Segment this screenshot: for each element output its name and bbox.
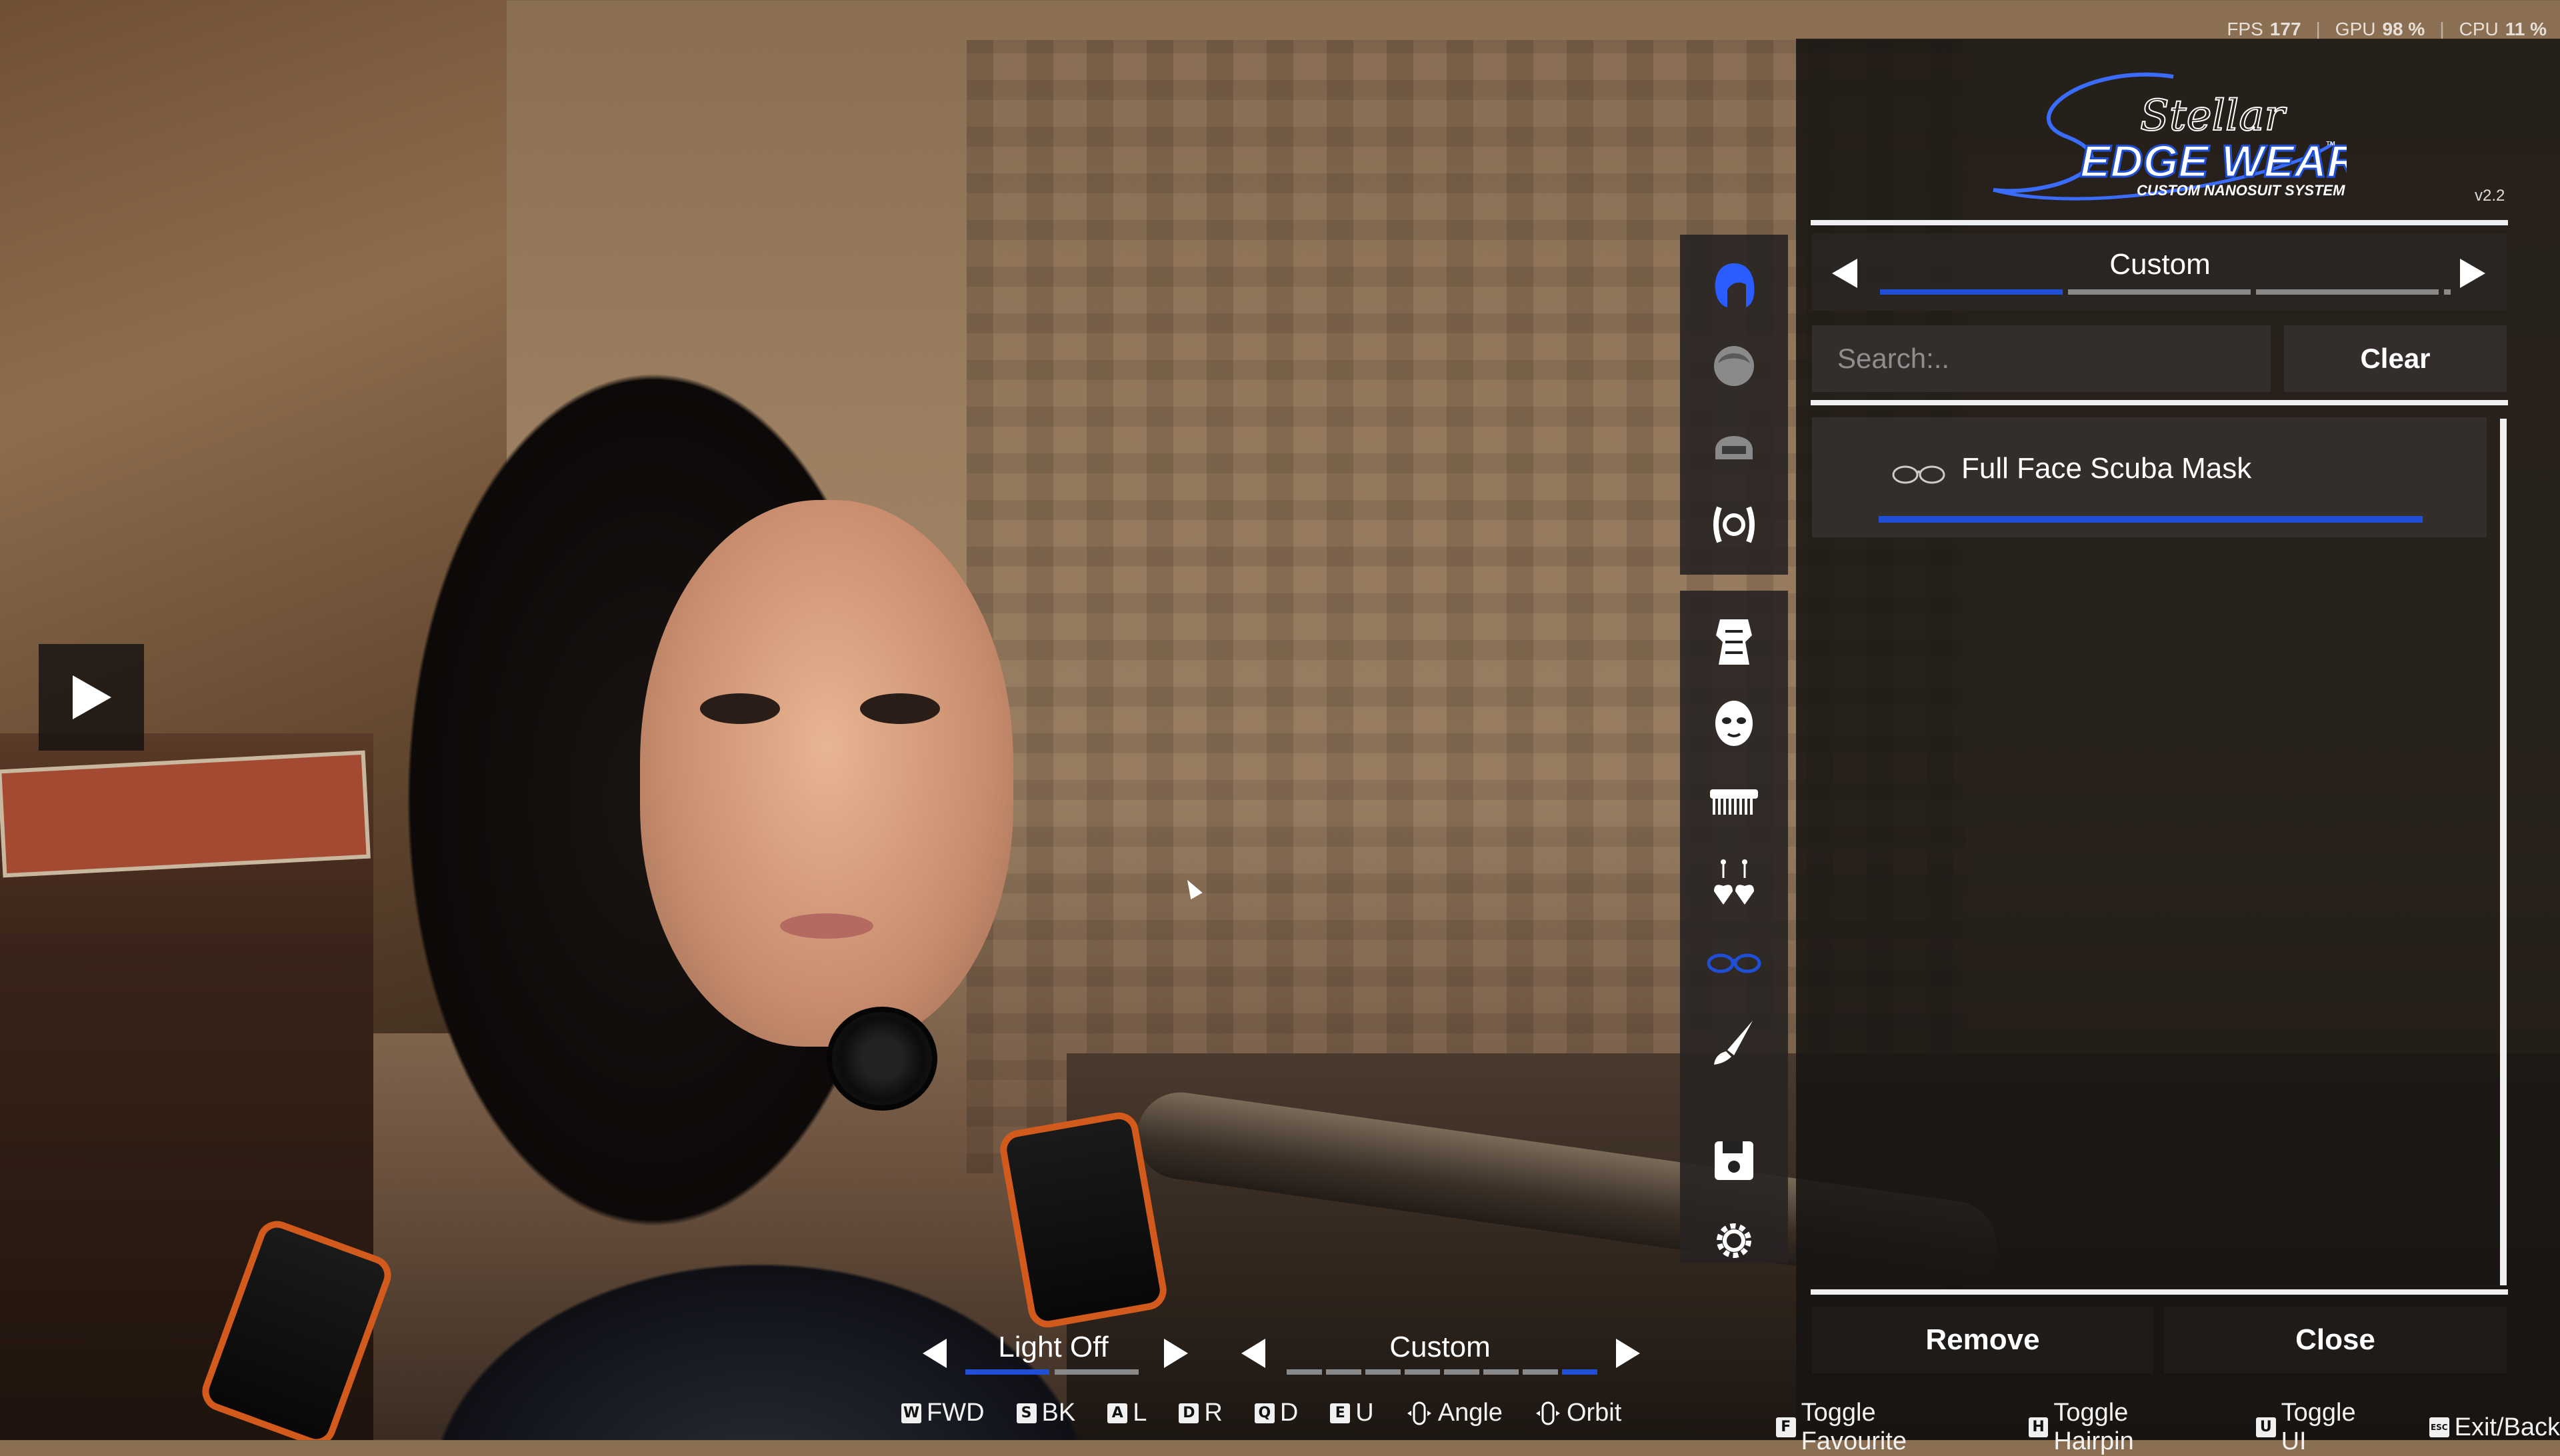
key-esc-icon: ESC: [2429, 1417, 2449, 1437]
key-a-icon: A: [1107, 1403, 1128, 1423]
key-h-icon: H: [2028, 1417, 2049, 1437]
hint-label: Toggle Hairpin: [2053, 1399, 2134, 1455]
character-face: [640, 500, 1013, 1047]
comb-icon[interactable]: [1704, 772, 1764, 832]
bottom-preset-label: Custom: [1389, 1331, 1491, 1363]
key-u-icon: U: [2256, 1417, 2276, 1437]
hint-label: D: [1279, 1399, 1299, 1427]
scrollbar[interactable]: [2500, 419, 2507, 1285]
brush-icon[interactable]: [1704, 1012, 1764, 1072]
character-eye: [860, 693, 940, 724]
hint-label: Angle: [1437, 1399, 1503, 1427]
divider: [1811, 220, 2508, 225]
hint-label: Toggle UI: [2281, 1399, 2356, 1455]
clear-button[interactable]: Clear: [2284, 325, 2507, 392]
hint-label: FWD: [927, 1399, 985, 1427]
preset-segment: [1365, 1369, 1401, 1375]
glasses-icon[interactable]: [1704, 932, 1764, 992]
key-s-icon: S: [1016, 1403, 1037, 1423]
preset-segments: [1287, 1369, 1597, 1375]
character-mouth: [780, 913, 873, 939]
hint-label: R: [1204, 1399, 1223, 1427]
cpu-value: 11 %: [2505, 19, 2547, 39]
key-hints-left: W FWD S BK A L D R Q D E U Angle Orbit: [901, 1399, 1621, 1427]
preset-segment: [1405, 1369, 1440, 1375]
hint-label: BK: [1041, 1399, 1076, 1427]
mouse-icon: [1535, 1401, 1560, 1425]
preset-segment: [1562, 1369, 1597, 1375]
hair-icon[interactable]: [1704, 255, 1764, 315]
key-w-icon: W: [901, 1403, 921, 1423]
save-icon[interactable]: [1704, 1131, 1764, 1191]
divider: [1811, 1289, 2508, 1295]
mask-icon: [1892, 465, 1945, 484]
mouse-icon: [1407, 1401, 1431, 1425]
gpu-label: GPU: [2335, 19, 2376, 39]
item-label: Full Face Scuba Mask: [1961, 452, 2252, 485]
logo-script: Stellar: [2140, 91, 2287, 141]
prev-preset-arrow-icon[interactable]: [1832, 259, 1857, 288]
hint-label: L: [1133, 1399, 1147, 1427]
hint-label: Orbit: [1566, 1399, 1622, 1427]
logo-subtitle: CUSTOM NANOSUIT SYSTEM: [2137, 182, 2345, 199]
earrings-icon[interactable]: [1704, 852, 1764, 912]
key-f-icon: F: [1776, 1417, 1796, 1437]
key-d-icon: D: [1179, 1403, 1199, 1423]
edge-wear-logo: Stellar EDGE WEAR ™ CUSTOM NANOSUIT SYST…: [1993, 72, 2347, 201]
item-progress-bar: [1879, 516, 2423, 523]
preset-next-arrow-icon[interactable]: [1616, 1339, 1640, 1368]
gpu-value: 98 %: [2382, 19, 2425, 39]
preset-segment: [1326, 1369, 1361, 1375]
key-q-icon: Q: [1254, 1403, 1275, 1423]
hint-label: Toggle Favourite: [1801, 1399, 1907, 1455]
item-list: [1812, 412, 2495, 1288]
close-button[interactable]: Close: [2164, 1307, 2507, 1373]
light-segment: [1055, 1369, 1139, 1375]
preset-segment: [1444, 1369, 1479, 1375]
preset-prev-arrow-icon[interactable]: [1241, 1339, 1265, 1368]
helmet-icon[interactable]: [1704, 415, 1764, 475]
hair-alt-icon[interactable]: [1704, 335, 1764, 395]
settings-icon[interactable]: [1704, 1211, 1764, 1271]
preset-segment: [2068, 289, 2251, 295]
next-preset-arrow-icon[interactable]: [2460, 259, 2485, 288]
cpu-label: CPU: [2459, 19, 2499, 39]
play-icon: [73, 675, 111, 719]
preset-segment: [1287, 1369, 1322, 1375]
hint-label: U: [1355, 1399, 1374, 1427]
logo-trademark: ™: [2325, 140, 2336, 151]
fps-value: 177: [2269, 19, 2301, 39]
divider: [1811, 400, 2508, 405]
fps-label: FPS: [2227, 19, 2263, 39]
key-hints-right: F Toggle Favourite H Toggle Hairpin U To…: [1776, 1399, 2560, 1456]
preset-segment: [1880, 289, 2063, 295]
logo-title: EDGE WEAR: [2080, 136, 2347, 187]
preset-segment: [2256, 289, 2439, 295]
play-button[interactable]: [39, 644, 144, 751]
light-prev-arrow-icon[interactable]: [923, 1339, 947, 1368]
version-label: v2.2: [2475, 187, 2505, 205]
preset-segment: [1523, 1369, 1558, 1375]
preset-label: Custom: [2109, 248, 2211, 281]
performance-overlay: FPS 177 | GPU 98 % | CPU 11 %: [2227, 19, 2547, 39]
ears-icon[interactable]: [1704, 495, 1764, 555]
character-eye: [700, 693, 780, 724]
remove-button[interactable]: Remove: [1812, 1307, 2153, 1373]
character: [197, 333, 1227, 1440]
respirator: [827, 1007, 937, 1111]
preset-segment: [2444, 289, 2451, 295]
search-input[interactable]: Search:..: [1812, 325, 2271, 392]
key-e-icon: E: [1330, 1403, 1351, 1423]
light-next-arrow-icon[interactable]: [1164, 1339, 1188, 1368]
hint-label: Exit/Back: [2454, 1413, 2560, 1441]
light-label: Light Off: [998, 1331, 1109, 1363]
bodysuit-icon[interactable]: [1704, 612, 1764, 672]
face-icon[interactable]: [1704, 692, 1764, 752]
preset-segment: [1483, 1369, 1519, 1375]
light-segment: [965, 1369, 1049, 1375]
